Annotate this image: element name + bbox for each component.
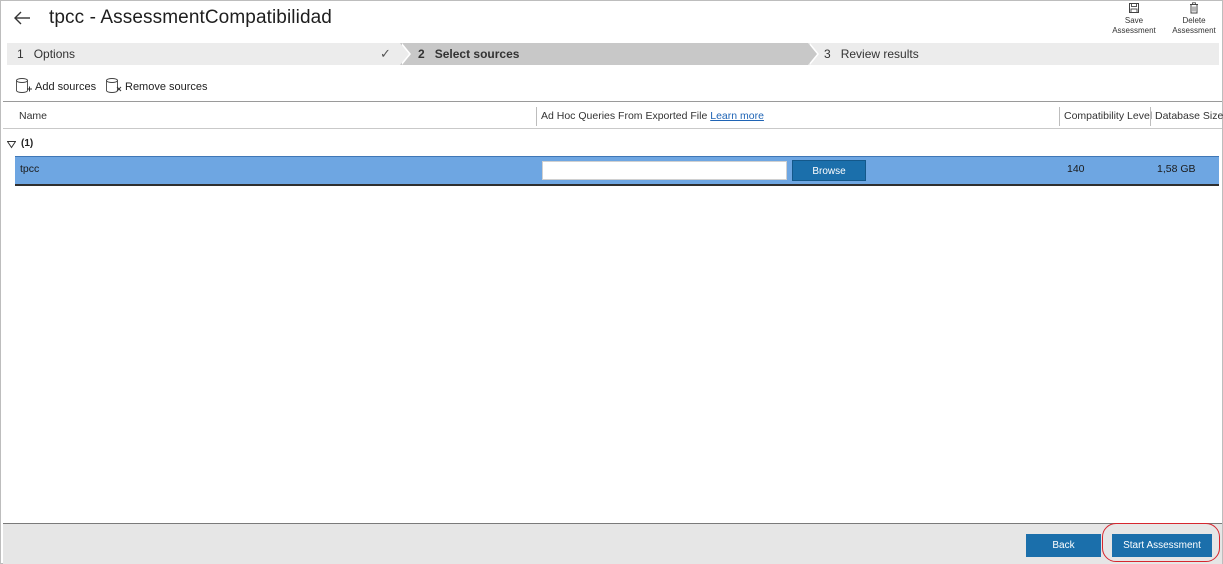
add-sources-label: Add sources [35, 81, 97, 93]
group-label: (1) [21, 138, 34, 149]
toolbar-divider [3, 101, 1222, 102]
back-arrow-icon [14, 11, 30, 25]
back-arrow-button[interactable] [11, 7, 35, 31]
delete-assessment-button[interactable]: Delete Assessment [1168, 1, 1220, 36]
save-icon [1129, 3, 1139, 13]
step-chevron-2 [808, 43, 817, 65]
save-assessment-button[interactable]: Save Assessment [1108, 1, 1160, 36]
save-assessment-label-line2: Assessment [1112, 26, 1156, 35]
remove-sources-label: Remove sources [125, 81, 208, 93]
header: tpcc - AssessmentCompatibilidad Save Ass… [1, 1, 1223, 41]
back-button[interactable]: Back [1026, 534, 1101, 557]
row-name: tpcc [20, 163, 40, 175]
column-separator[interactable] [1150, 107, 1151, 126]
add-sources-button[interactable]: Add sources [15, 77, 97, 97]
table-row[interactable]: tpcc Browse 140 1,58 GB [15, 156, 1219, 186]
column-header-adhoc-label: Ad Hoc Queries From Exported File [541, 110, 708, 122]
column-header-adhoc[interactable]: Ad Hoc Queries From Exported File Learn … [541, 110, 764, 122]
column-header-name[interactable]: Name [19, 110, 47, 122]
step-chevron-1 [400, 43, 409, 65]
learn-more-link[interactable]: Learn more [710, 110, 764, 122]
trash-icon [1190, 2, 1198, 14]
checkmark-icon: ✓ [380, 46, 391, 61]
remove-database-icon [106, 78, 122, 93]
start-assessment-button[interactable]: Start Assessment [1112, 534, 1212, 557]
step-options[interactable]: 1 Options ✓ [7, 43, 400, 65]
browse-button[interactable]: Browse [792, 160, 866, 181]
wizard-stepper: 1 Options ✓ 2 Select sources 3 Review re… [7, 43, 1219, 65]
save-assessment-label-line1: Save [1124, 16, 1144, 25]
step-review-results[interactable]: 3 Review results [808, 43, 1219, 65]
step-select-sources-label: Select sources [434, 47, 520, 61]
column-header-size[interactable]: Database Size [1155, 110, 1223, 122]
delete-assessment-label-line2: Assessment [1172, 26, 1216, 35]
step-options-label: Options [33, 47, 76, 61]
column-separator[interactable] [1059, 107, 1060, 126]
adhoc-file-input[interactable] [542, 161, 787, 180]
row-database-size: 1,58 GB [1157, 163, 1196, 175]
app-window: tpcc - AssessmentCompatibilidad Save Ass… [0, 0, 1223, 564]
page-title: tpcc - AssessmentCompatibilidad [49, 7, 332, 28]
step-options-number: 1 [17, 47, 24, 61]
footer-bar: Back Start Assessment [3, 523, 1222, 564]
row-compat-level: 140 [1067, 163, 1085, 175]
column-separator[interactable] [536, 107, 537, 126]
grid-header: Name Ad Hoc Queries From Exported File L… [3, 105, 1223, 129]
add-database-icon [16, 78, 32, 93]
column-header-compat[interactable]: Compatibility Level [1064, 110, 1152, 122]
delete-assessment-label-line1: Delete [1182, 16, 1206, 25]
collapse-triangle-icon[interactable] [7, 140, 16, 149]
step-review-results-number: 3 [824, 47, 831, 61]
step-select-sources-number: 2 [418, 47, 425, 61]
step-review-results-label: Review results [840, 47, 919, 61]
step-select-sources[interactable]: 2 Select sources [400, 43, 808, 65]
remove-sources-button[interactable]: Remove sources [105, 77, 208, 97]
